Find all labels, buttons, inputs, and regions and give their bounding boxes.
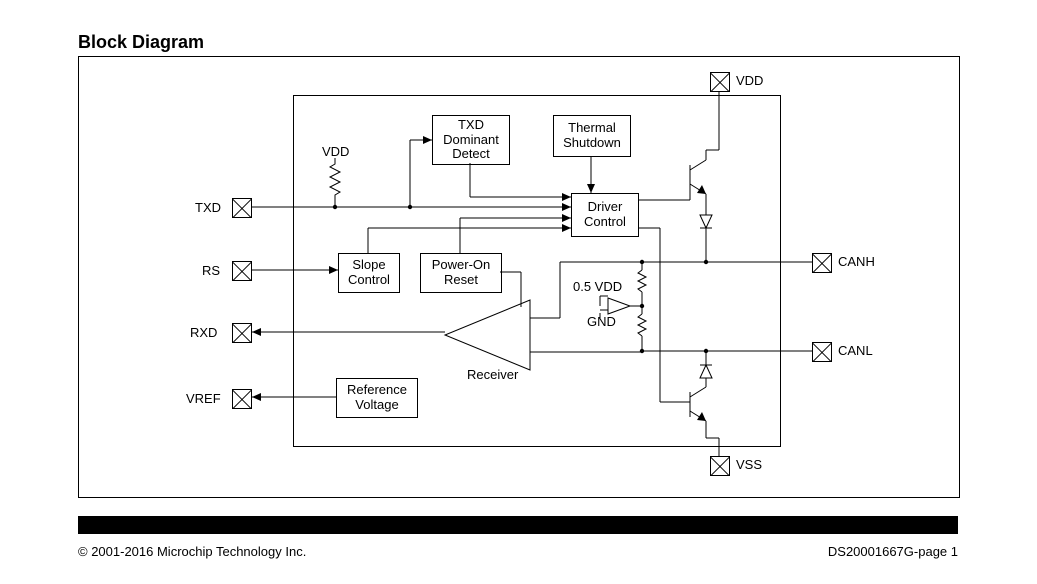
footer-left: © 2001-2016 Microchip Technology Inc. [78, 544, 306, 559]
page: Block Diagram TXD RS RXD VREF VDD CANH C… [0, 0, 1037, 584]
footer-bar [78, 516, 958, 534]
footer-right: DS20001667G-page 1 [828, 544, 958, 559]
wiring-svg [0, 0, 1037, 584]
